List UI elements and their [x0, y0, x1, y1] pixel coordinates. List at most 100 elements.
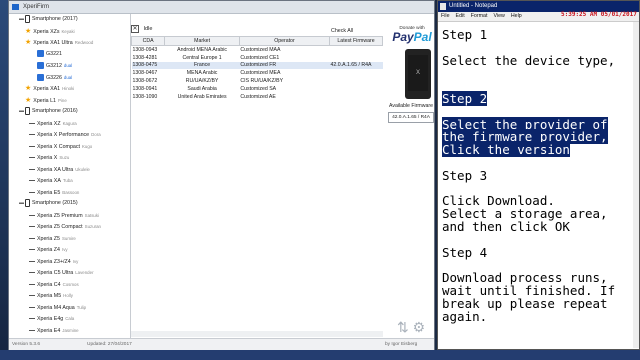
tree-item[interactable]: Xperia X Compact Kugo [17, 141, 130, 153]
tree-item[interactable]: Xperia Z3+/Z4 Ivy [17, 256, 130, 268]
tree-group[interactable]: ▬ Smartphone (2016) [17, 106, 130, 118]
table-cell: United Arab Emirates [177, 93, 227, 100]
menu-item[interactable]: Format [471, 13, 488, 19]
text-line: Step 2 [442, 90, 488, 106]
horizontal-scrollbar[interactable] [131, 331, 383, 337]
tree-item[interactable]: Xperia Z5 Compact Suzuran [17, 221, 130, 233]
menu-item[interactable]: Edit [456, 13, 465, 19]
menu-item[interactable]: View [493, 13, 504, 19]
tree-item-label: G3226 [46, 74, 62, 81]
tree-item-codename: Dora [91, 132, 101, 137]
column-header[interactable]: Latest Firmware [329, 36, 383, 46]
tree-item[interactable]: ★ Xperia XA1 Ultra Redwood [17, 37, 130, 49]
tree-item-label: Xperia Z3+/Z4 [37, 258, 71, 265]
tree-item[interactable]: ★ Xperia XZs Keyaki [17, 26, 130, 38]
tree-item-codename: Sumire [61, 235, 76, 241]
tree-item[interactable]: Xperia XZ Kagura [17, 118, 130, 130]
tree-item-label: Xperia XZs [33, 28, 60, 35]
tree-item[interactable]: ★ Xperia L1 Pine [17, 95, 130, 107]
menu-item[interactable]: Help [511, 13, 522, 19]
star-icon: ★ [25, 96, 32, 104]
tree-item-codename: Cala [65, 316, 75, 321]
tree-item[interactable]: G3226 dual [17, 72, 130, 84]
tree-item[interactable]: Xperia M4 Aqua Tulip [17, 302, 130, 314]
table-cell [330, 46, 383, 54]
device-tree[interactable]: ▬ Smartphone (2017) ★ Xperia XZs Keyaki ★ Xper… [17, 14, 131, 339]
close-icon[interactable]: ✕ [131, 25, 139, 33]
tree-item[interactable]: Xperia C5 Ultra Lavender [17, 267, 130, 279]
table-row[interactable]: 1308-0475 France Customized FR 42.0.A.1.65 … [131, 61, 383, 70]
notepad-text-area[interactable]: Step 1 Select the device type, Step 2 Selec… [442, 28, 636, 323]
tree-item[interactable]: ★ Xperia XA1 Hinoki [17, 83, 130, 95]
text-line: Step 4 [442, 244, 488, 260]
tree-item[interactable]: Xperia M5 Holly [17, 290, 130, 302]
table-row[interactable]: 1308-0941 Saudi Arabia Customized SA [132, 85, 383, 93]
tree-item[interactable]: Xperia X Performance Dora [17, 129, 130, 141]
tree-item-label: Xperia Z5 Compact [37, 224, 83, 230]
table-cell [330, 85, 383, 93]
table-cell: MENA Arabic [186, 70, 218, 77]
table-cell: Saudi Arabia [187, 85, 217, 92]
toolbar: ✕ Idle [131, 25, 152, 33]
window-title: XperiFirm [23, 4, 50, 10]
table-cell: 1308-4281 [132, 54, 158, 61]
table-cell: Customized FR [239, 61, 330, 70]
menu-item[interactable]: File [441, 13, 450, 19]
paypal-logo-part-a: Pay [392, 30, 414, 44]
tree-item[interactable]: Xperia Z4 Ivy [17, 244, 130, 256]
table-row[interactable]: 1308-4281 Central Europe 1 Customized CE1 [132, 54, 383, 62]
available-firmware-label: Available Firmware [388, 103, 433, 109]
tree-item-label: Xperia C5 Ultra [37, 270, 74, 276]
column-header[interactable]: Market [164, 36, 240, 46]
text-line: Step 3 [442, 167, 488, 183]
tree-item-label: Xperia M4 Aqua [37, 304, 75, 311]
notepad-scrollbar[interactable] [633, 22, 639, 348]
collapse-icon[interactable]: ▬ [19, 14, 24, 26]
table-cell: 1308-1090 [132, 93, 158, 100]
table-cell: Customized MEA [240, 70, 281, 77]
collapse-icon[interactable]: ▬ [19, 106, 24, 118]
donate-paypal-button[interactable]: Donate with PayPal [388, 26, 436, 44]
tree-group[interactable]: ▬ Smartphone (2015) [17, 198, 130, 210]
dash-icon [29, 145, 35, 147]
sort-arrows-icon[interactable]: ⇅ [397, 319, 409, 335]
tree-item[interactable]: Xperia E5 Bassoon [17, 187, 130, 199]
gear-icon[interactable]: ⚙ [413, 319, 426, 335]
tree-item[interactable]: Xperia E4g Cala [17, 313, 130, 325]
tree-item-codename: Ivy [61, 247, 68, 252]
text-line: and then click OK [442, 218, 570, 234]
column-header[interactable]: Operator [238, 36, 331, 46]
clock-overlay: 5:39:25 AM 05/01/2017 [561, 11, 637, 18]
tree-item[interactable]: Xperia XA Tuba [17, 175, 130, 187]
tree-group[interactable]: ▬ Smartphone (2017) [17, 14, 130, 26]
dash-icon [29, 260, 35, 262]
tree-item-codename: Satsuki [84, 212, 100, 218]
tree-item-codename: Ivy [72, 258, 79, 264]
tree-item[interactable]: Xperia X Suzu [17, 152, 130, 164]
table-row[interactable]: 1308-0467 MENA Arabic Customized MEA [132, 69, 383, 77]
table-cell: France [164, 61, 240, 70]
collapse-icon[interactable]: ▬ [19, 198, 24, 210]
tree-item[interactable]: Xperia Z5 Sumire [17, 233, 130, 245]
table-cell: 1308-0475 [131, 61, 165, 70]
column-header[interactable]: CDA [130, 36, 166, 46]
tree-item[interactable]: G3212 dual [17, 60, 130, 72]
tree-item[interactable]: Xperia Z5 Premium Satsuki [17, 210, 130, 222]
table-row[interactable]: 1308-0672 RU/UA/KZ/BY CIS RU/UA/KZ/BY [132, 77, 383, 85]
updated-text: Updated: 27/04/2017 [87, 342, 132, 347]
tree-item-codename: Redwood [74, 40, 94, 45]
tree-item[interactable]: Xperia XA Ultra Ukulele [17, 164, 130, 176]
dash-icon [29, 249, 35, 251]
tree-item[interactable]: Xperia E4 Jasmine [17, 325, 130, 337]
table-row[interactable]: 1308-0943 Android MENA Arabic Customized M… [132, 46, 383, 54]
tree-item[interactable]: G3221 [17, 49, 130, 61]
dash-icon [29, 318, 35, 320]
check-all-button[interactable]: Check All [331, 28, 353, 34]
available-firmware-value[interactable]: 42.0.A.1.65 / R4A [388, 112, 434, 123]
tree-item-label: Xperia X [37, 155, 58, 161]
table-row[interactable]: 1308-1090 United Arab Emirates Customized … [132, 93, 383, 101]
tree-item-label: Xperia XZ [37, 120, 61, 127]
tree-item-label: Xperia XA Ultra [37, 166, 74, 173]
status-label: Idle [143, 26, 153, 33]
tree-item[interactable]: Xperia C4 Cosmos [17, 279, 130, 291]
